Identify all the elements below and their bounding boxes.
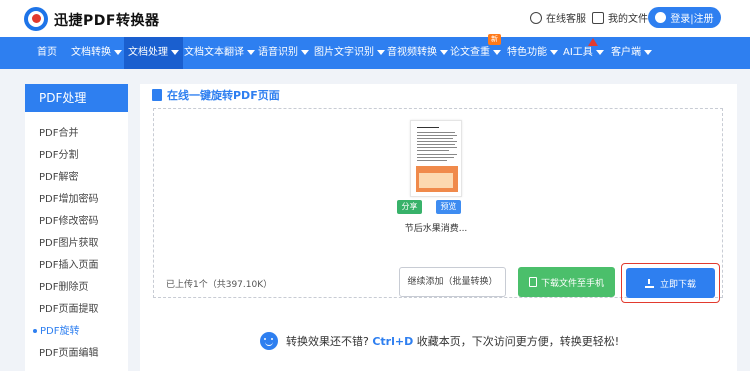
caret-down-icon xyxy=(595,49,604,55)
active-dot-icon xyxy=(33,329,37,333)
main-panel: 在线一键旋转PDF页面 分享 预览 节后水果消费... 已上传1个（共397.1… xyxy=(140,84,737,371)
nav-label: 客户端 xyxy=(611,47,641,58)
download-now-button[interactable]: 立即下载 xyxy=(626,268,715,298)
sidebar: PDF处理 PDF合并 PDF分割 PDF解密 PDF增加密码 PDF修改密码 … xyxy=(25,84,128,371)
caret-down-icon xyxy=(247,49,255,55)
caret-down-icon xyxy=(644,49,652,55)
nav-item-translate[interactable]: 文档文本翻译 xyxy=(184,37,255,69)
top-header: 迅捷PDF转换器 在线客服 我的文件 登录|注册 xyxy=(0,0,750,37)
nav-item-doc-process[interactable]: 文档处理 xyxy=(124,37,183,69)
continue-add-button[interactable]: 继续添加（批量转换） xyxy=(399,267,506,297)
caret-down-icon xyxy=(114,49,122,55)
sidebar-item-delete-page[interactable]: PDF删除页 xyxy=(39,278,88,293)
nav-label: 特色功能 xyxy=(507,47,547,58)
nav-label: 图片文字识别 xyxy=(314,47,374,58)
preview-button[interactable]: 预览 xyxy=(436,200,461,214)
sidebar-item-extract-images[interactable]: PDF图片获取 xyxy=(39,234,98,249)
caret-down-icon xyxy=(550,49,558,55)
document-icon xyxy=(152,89,162,101)
tip-prefix: 转换效果还不错? xyxy=(286,335,369,348)
nav-label: 文档处理 xyxy=(128,47,168,58)
sidebar-title: PDF处理 xyxy=(25,84,128,112)
tip-shortcut: Ctrl+D xyxy=(372,335,414,348)
customer-service-label: 在线客服 xyxy=(546,14,586,25)
sidebar-item-label: PDF旋转 xyxy=(40,326,80,337)
my-files-link[interactable]: 我的文件 xyxy=(592,10,648,25)
sidebar-item-add-password[interactable]: PDF增加密码 xyxy=(39,190,98,205)
customer-service-link[interactable]: 在线客服 xyxy=(530,10,586,25)
nav-label: 语音识别 xyxy=(258,47,298,58)
hot-arrow-icon xyxy=(588,38,598,46)
pdf-thumbnail[interactable] xyxy=(410,120,462,197)
sidebar-item-edit-page[interactable]: PDF页面编辑 xyxy=(39,344,98,359)
nav-label: 文档文本翻译 xyxy=(184,47,244,58)
tip-suffix: 收藏本页，下次访问更方便，转换更轻松! xyxy=(416,335,620,348)
login-label: 登录|注册 xyxy=(670,14,714,25)
user-icon xyxy=(655,12,667,23)
document-icon xyxy=(592,11,604,24)
my-files-label: 我的文件 xyxy=(608,14,648,25)
nav-item-client[interactable]: 客户端 xyxy=(611,37,652,69)
smile-icon xyxy=(260,332,278,350)
nav-label: AI工具 xyxy=(563,47,593,58)
download-icon xyxy=(644,278,654,288)
sidebar-item-change-password[interactable]: PDF修改密码 xyxy=(39,212,98,227)
brand-logo-icon[interactable] xyxy=(24,7,48,31)
nav-item-home[interactable]: 首页 xyxy=(37,37,57,69)
brand-name[interactable]: 迅捷PDF转换器 xyxy=(54,10,159,30)
download-to-phone-button[interactable]: 下载文件至手机 xyxy=(518,267,615,297)
upload-status: 已上传1个（共397.10K） xyxy=(166,280,273,290)
nav-label: 论文查重 xyxy=(450,47,490,58)
headset-icon xyxy=(530,11,542,24)
file-name: 节后水果消费... xyxy=(404,224,468,234)
nav-item-doc-convert[interactable]: 文档转换 xyxy=(71,37,122,69)
caret-down-icon xyxy=(301,49,309,55)
sidebar-item-rotate[interactable]: PDF旋转 xyxy=(33,322,79,337)
nav-label: 文档转换 xyxy=(71,47,111,58)
sidebar-item-decrypt[interactable]: PDF解密 xyxy=(39,168,78,183)
sidebar-item-merge[interactable]: PDF合并 xyxy=(39,124,78,139)
phone-label: 下载文件至手机 xyxy=(540,278,604,289)
caret-down-icon xyxy=(377,49,385,55)
nav-label: 音视频转换 xyxy=(387,47,437,58)
caret-down-icon xyxy=(440,49,448,55)
nav-item-ocr[interactable]: 图片文字识别 xyxy=(314,37,385,69)
download-label: 立即下载 xyxy=(659,279,696,290)
main-nav: 首页 文档转换 文档处理 文档文本翻译 语音识别 图片文字识别 音视频转换 论文… xyxy=(0,37,750,69)
page-title-text: 在线一键旋转PDF页面 xyxy=(167,89,280,102)
sidebar-item-split[interactable]: PDF分割 xyxy=(39,146,78,161)
phone-icon xyxy=(528,277,537,287)
nav-item-speech[interactable]: 语音识别 xyxy=(258,37,309,69)
bookmark-tip: 转换效果还不错? Ctrl+D 收藏本页，下次访问更方便，转换更轻松! xyxy=(260,332,619,350)
nav-label: 首页 xyxy=(37,47,57,58)
sidebar-item-insert-page[interactable]: PDF插入页面 xyxy=(39,256,98,271)
new-badge: 新 xyxy=(488,34,501,45)
login-register-button[interactable]: 登录|注册 xyxy=(648,7,721,28)
nav-item-features[interactable]: 特色功能 xyxy=(507,37,558,69)
caret-down-icon xyxy=(493,49,501,55)
caret-down-icon xyxy=(171,49,179,55)
share-button[interactable]: 分享 xyxy=(397,200,422,214)
page-title: 在线一键旋转PDF页面 xyxy=(152,87,280,103)
nav-item-av-convert[interactable]: 音视频转换 xyxy=(387,37,448,69)
sidebar-item-extract-page[interactable]: PDF页面提取 xyxy=(39,300,98,315)
